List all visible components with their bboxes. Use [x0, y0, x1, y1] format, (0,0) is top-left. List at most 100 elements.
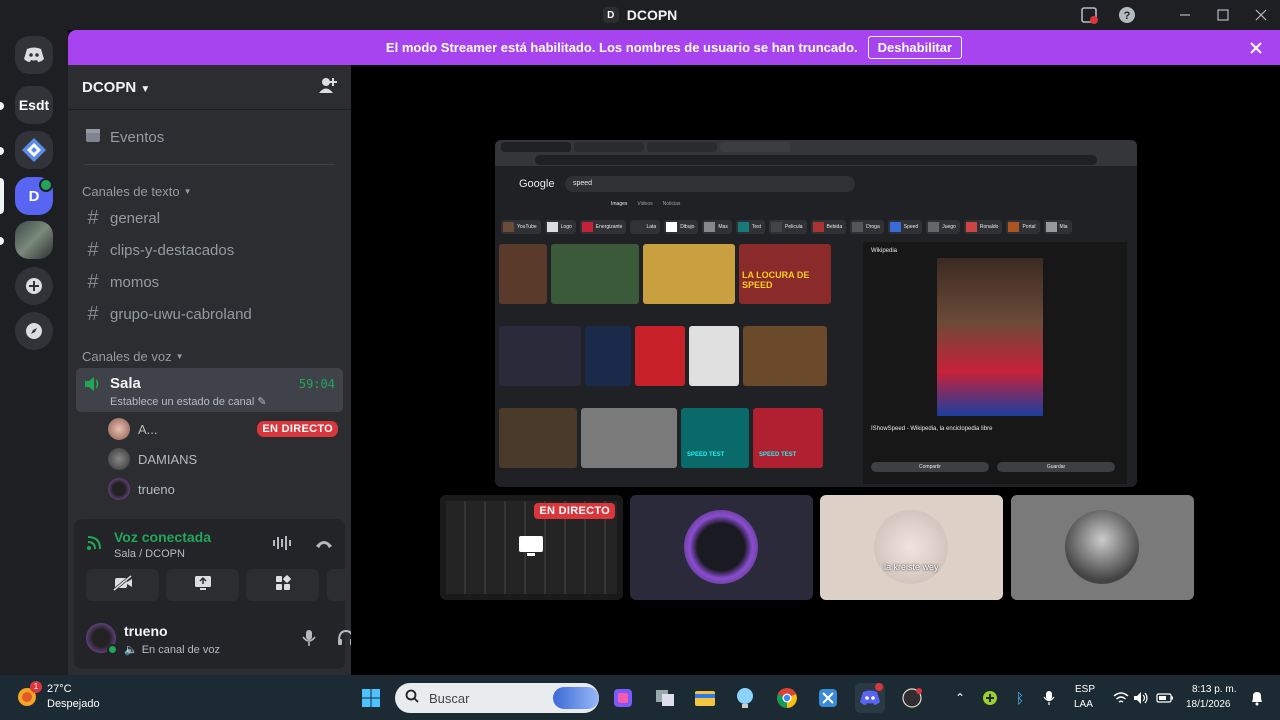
chip-label: Mas [718, 224, 728, 230]
channel-name: grupo-uwu-cabroland [110, 305, 252, 323]
selected-pill [0, 178, 4, 214]
noise-suppression-icon[interactable] [272, 535, 292, 556]
discord-home-icon[interactable] [15, 36, 53, 74]
task-view-icon[interactable] [650, 683, 680, 713]
weather-widget[interactable]: 1 [14, 681, 46, 713]
disconnect-icon[interactable] [314, 536, 334, 555]
voice-user-name: trueno [138, 481, 175, 497]
copilot-icon[interactable] [608, 683, 638, 713]
taskbar-search[interactable]: Buscar [395, 683, 599, 713]
voice-user[interactable]: DAMIANS [108, 448, 338, 470]
participant-tile[interactable] [1011, 495, 1194, 600]
server-esdt[interactable]: Esdt [15, 86, 53, 124]
channel-status-prompt[interactable]: Establece un estado de canal ✎ [110, 395, 267, 408]
speaker-icon [84, 376, 102, 397]
invite-people-icon[interactable] [319, 76, 337, 99]
channel-name: momos [110, 273, 160, 291]
title-bar-controls: ? [1070, 0, 1280, 30]
server-list: Esdt D [0, 30, 68, 675]
bluetooth-icon[interactable]: ᛒ [1005, 683, 1035, 713]
voice-category-header[interactable]: Canales de voz ▼ [82, 349, 184, 364]
channel-momos[interactable]: # momos [76, 267, 343, 297]
language-indicator[interactable]: ESP [1075, 684, 1095, 695]
text-category-header[interactable]: Canales de texto ▼ [82, 184, 192, 199]
chip-label: Pelicula [785, 224, 803, 230]
obs-icon[interactable] [897, 683, 927, 713]
thumbnail-text: SPEED TEST [759, 452, 797, 458]
voice-location[interactable]: Sala / DCOPN [114, 548, 185, 560]
chip-thumbnail [1045, 222, 1057, 232]
app-icon[interactable] [813, 683, 843, 713]
clock-time[interactable]: 8:13 p. m. [1192, 684, 1236, 695]
lightbulb-app-icon[interactable] [730, 683, 760, 713]
image-chip: Droga [850, 220, 884, 234]
pencil-icon: ✎ [257, 396, 267, 408]
chevron-down-icon: ▼ [183, 187, 192, 196]
image-chip: Portal [1006, 220, 1040, 234]
channel-grupo[interactable]: # grupo-uwu-cabroland [76, 299, 343, 329]
hash-icon: # [87, 206, 99, 229]
server-header[interactable]: DCOPN ▼ [68, 65, 351, 110]
help-icon[interactable]: ? [1108, 0, 1146, 30]
add-server-icon[interactable] [15, 267, 53, 305]
activities-button[interactable] [246, 569, 319, 601]
image-thumbnail: LA LOCURA DE SPEED [739, 244, 831, 304]
start-icon[interactable] [356, 683, 386, 713]
thumbnail-text: SPEED TEST [687, 452, 725, 458]
keyboard-layout[interactable]: LAA [1074, 699, 1093, 710]
file-explorer-icon[interactable] [690, 683, 720, 713]
close-window-icon[interactable] [1242, 0, 1280, 30]
camera-button[interactable] [86, 569, 159, 601]
stream-tile-screen[interactable]: EN DIRECTO [440, 495, 623, 600]
voice-channel-sala[interactable]: Sala 59:04 Establece un estado de canal … [76, 368, 343, 412]
chevron-up-icon[interactable]: ⌃ [945, 683, 975, 713]
unread-pill [0, 237, 4, 245]
unread-pill [0, 147, 4, 155]
chip-label: Test [751, 224, 762, 230]
screen-share-button[interactable] [166, 569, 239, 601]
minimize-icon[interactable] [1166, 0, 1204, 30]
channel-clips[interactable]: # clips-y-destacados [76, 235, 343, 265]
image-thumbnail [499, 326, 581, 386]
server-photo-icon[interactable] [15, 221, 53, 259]
channel-general[interactable]: # general [76, 203, 343, 233]
username[interactable]: trueno [124, 623, 168, 639]
chip-thumbnail [771, 222, 783, 232]
image-thumbnail: SPEED TEST [753, 408, 823, 468]
close-banner-icon[interactable] [1250, 38, 1262, 59]
preview-share-button: Compartir [871, 462, 989, 472]
maximize-icon[interactable] [1204, 0, 1242, 30]
participant-tile[interactable]: la kreiste wey [820, 495, 1003, 600]
participant-tile[interactable] [630, 495, 813, 600]
title-bar: D DCOPN ? [0, 0, 1280, 30]
tray-app-icon[interactable] [975, 683, 1005, 713]
voice-user[interactable]: A... EN DIRECTO [108, 418, 338, 440]
chip-label: Lata [646, 224, 657, 230]
google-tabs: Images Videos Noticias [611, 201, 680, 207]
participant-avatar [874, 510, 948, 584]
image-chip: Dibujo [664, 220, 699, 234]
live-badge: EN DIRECTO [257, 421, 338, 437]
image-thumbnail [635, 326, 685, 386]
events-item[interactable]: Eventos [76, 122, 343, 152]
tray-microphone-icon[interactable] [1034, 683, 1064, 713]
explore-icon[interactable] [15, 312, 53, 350]
server-diamond-icon[interactable] [15, 131, 53, 169]
image-results-grid: LA LOCURA DE SPEED SPEED TEST SPEED TEST [499, 244, 859, 482]
category-label: Canales de voz [82, 349, 172, 364]
voice-status[interactable]: Voz conectada [114, 529, 211, 545]
chrome-icon[interactable] [772, 683, 802, 713]
voice-user[interactable]: trueno [108, 478, 338, 500]
disable-streamer-button[interactable]: Deshabilitar [867, 36, 963, 59]
discord-taskbar-icon[interactable] [855, 683, 885, 713]
avatar-caption: la kreiste wey [884, 562, 939, 572]
microphone-icon[interactable] [302, 629, 316, 652]
chip-label: YouTube [517, 224, 537, 230]
inbox-icon[interactable] [1070, 0, 1108, 30]
clock-date[interactable]: 18/1/2026 [1186, 699, 1231, 710]
notifications-icon[interactable] [1242, 683, 1272, 713]
channel-sidebar: DCOPN ▼ Eventos Canales de texto ▼ # gener… [68, 65, 400, 675]
shared-screen[interactable]: Google speed Images Videos Noticias YouTub… [495, 140, 1137, 487]
battery-icon[interactable] [1150, 683, 1180, 713]
svg-text:?: ? [1124, 10, 1131, 22]
